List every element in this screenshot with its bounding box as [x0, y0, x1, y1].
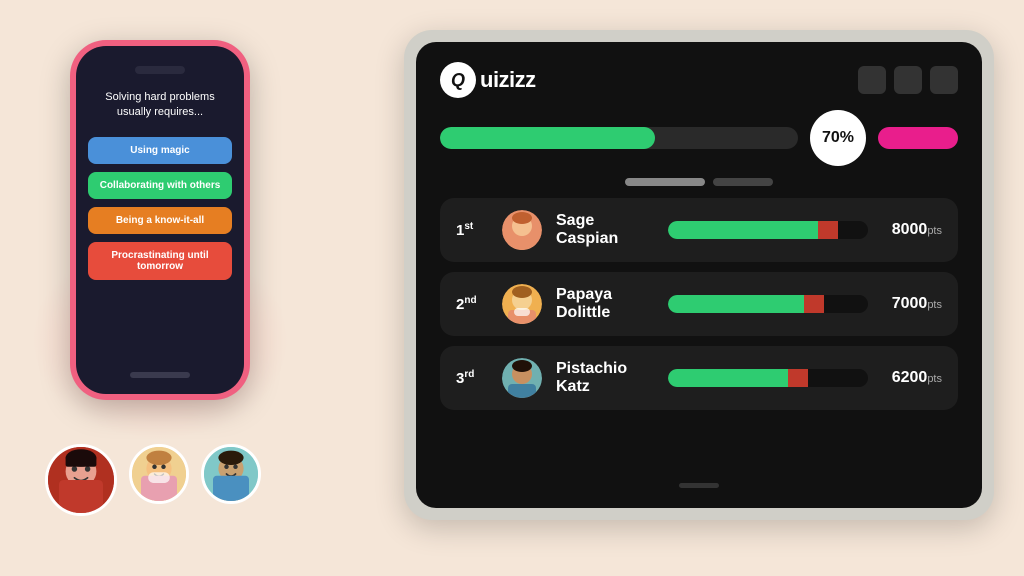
- table-row: 3rd Pistachio Katz: [440, 346, 958, 410]
- header-btn-1[interactable]: [858, 66, 886, 94]
- player-avatar-3: [502, 358, 542, 398]
- score-1: 8000pts: [882, 221, 942, 239]
- rank-1: 1st: [456, 221, 488, 239]
- score-bar-1: [668, 221, 868, 239]
- table-row: 1st Sage Caspian: [440, 198, 958, 262]
- tab-inactive[interactable]: [713, 178, 773, 186]
- phone-bottom-bar: [130, 372, 190, 378]
- avatar-3: [201, 444, 261, 504]
- progress-fill: [440, 127, 655, 149]
- score-bar-red-3: [788, 369, 808, 387]
- player-avatar-1: [502, 210, 542, 250]
- tab-active[interactable]: [625, 178, 705, 186]
- phone-mockup: Solving hard problems usually requires..…: [60, 40, 260, 420]
- avatar-2: [129, 444, 189, 504]
- phone-screen: Solving hard problems usually requires..…: [76, 46, 244, 394]
- tablet-header: Q uizizz: [440, 62, 958, 98]
- avatars-row: [45, 444, 261, 516]
- progress-right-bar: [878, 127, 958, 149]
- header-buttons: [858, 66, 958, 94]
- leaderboard: 1st Sage Caspian: [440, 198, 958, 471]
- phone-notch: [135, 66, 185, 74]
- answer-btn-2[interactable]: Collaborating with others: [88, 172, 232, 199]
- progress-track: [440, 127, 798, 149]
- score-bar-green-1: [668, 221, 818, 239]
- quizizz-logo: Q uizizz: [440, 62, 536, 98]
- phone-frame: Solving hard problems usually requires..…: [70, 40, 250, 400]
- tablet-mockup: Q uizizz 70%: [404, 30, 994, 520]
- score-bar-3: [668, 369, 868, 387]
- rank-3: 3rd: [456, 369, 488, 387]
- tablet-screen: Q uizizz 70%: [416, 42, 982, 508]
- tablet-frame: Q uizizz 70%: [404, 30, 994, 520]
- answer-btn-4[interactable]: Procrastinating until tomorrow: [88, 242, 232, 280]
- score-bar-red-2: [804, 295, 824, 313]
- score-3: 6200pts: [882, 369, 942, 387]
- progress-percent: 70%: [810, 110, 866, 166]
- player-name-3: Pistachio Katz: [556, 360, 654, 396]
- logo-text: uizizz: [480, 67, 536, 93]
- player-name-1: Sage Caspian: [556, 212, 654, 248]
- answer-btn-1[interactable]: Using magic: [88, 137, 232, 164]
- logo-q-circle: Q: [440, 62, 476, 98]
- table-row: 2nd Papaya Dolittle: [440, 272, 958, 336]
- player-name-2: Papaya Dolittle: [556, 286, 654, 322]
- player-avatar-2: [502, 284, 542, 324]
- score-bar-green-2: [668, 295, 804, 313]
- rank-2: 2nd: [456, 295, 488, 313]
- score-bar-green-3: [668, 369, 788, 387]
- avatar-1: [45, 444, 117, 516]
- header-btn-2[interactable]: [894, 66, 922, 94]
- answer-btn-3[interactable]: Being a know-it-all: [88, 207, 232, 234]
- score-2: 7000pts: [882, 295, 942, 313]
- score-bar-2: [668, 295, 868, 313]
- tablet-handle: [679, 483, 719, 488]
- score-bar-red-1: [818, 221, 838, 239]
- header-btn-3[interactable]: [930, 66, 958, 94]
- phone-question: Solving hard problems usually requires..…: [88, 90, 232, 121]
- progress-row: 70%: [440, 110, 958, 166]
- tabs-row: [440, 178, 958, 186]
